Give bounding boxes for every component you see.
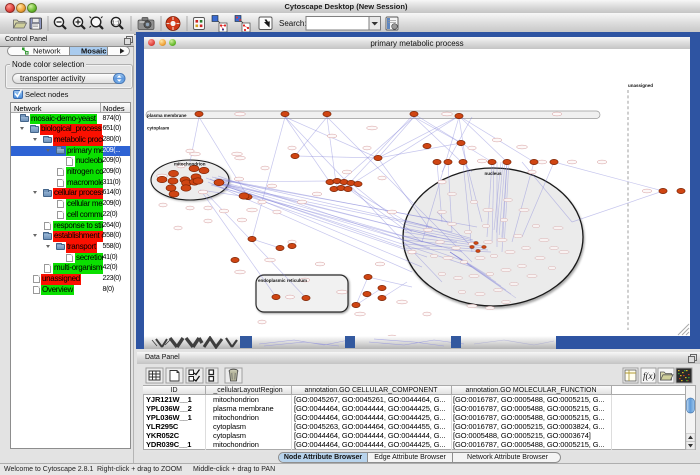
svg-text:1:1: 1:1 [112, 20, 120, 26]
svg-text:cytoplasm: cytoplasm [147, 126, 169, 131]
svg-text:Network: Network [33, 47, 61, 56]
svg-text:transporter activity: transporter activity [20, 74, 85, 83]
svg-text:plasma membrane: plasma membrane [147, 113, 187, 118]
svg-text:Search:: Search: [279, 19, 307, 28]
svg-text:endoplasmic reticulum: endoplasmic reticulum [258, 278, 307, 283]
svg-text:unassigned: unassigned [628, 83, 653, 88]
svg-text:mitochondrion: mitochondrion [174, 162, 206, 167]
svg-text:f(x): f(x) [643, 371, 656, 381]
svg-text:Mosaic: Mosaic [81, 47, 106, 56]
svg-text:nucleus: nucleus [484, 171, 502, 176]
